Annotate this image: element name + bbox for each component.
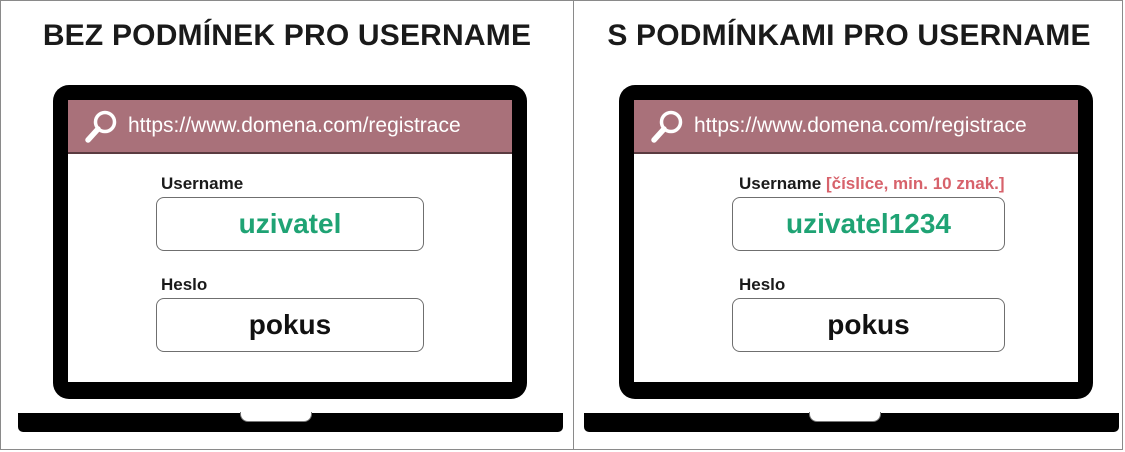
- panel-without-conditions: BEZ PODMÍNEK PRO USERNAME https://www.do…: [1, 1, 573, 449]
- panel-title: BEZ PODMÍNEK PRO USERNAME: [42, 19, 532, 52]
- password-field[interactable]: pokus: [732, 298, 1005, 352]
- address-url: https://www.domena.com/registrace: [128, 114, 461, 137]
- password-label: Heslo: [739, 275, 786, 294]
- password-field[interactable]: pokus: [156, 298, 424, 352]
- laptop-base: [18, 412, 563, 432]
- browser-window: https://www.domena.com/registrace Userna…: [634, 100, 1078, 382]
- panel-with-conditions: S PODMÍNKAMI PRO USERNAME https://www.do…: [574, 1, 1124, 449]
- browser-window: https://www.domena.com/registrace Userna…: [68, 100, 512, 382]
- panel-title: S PODMÍNKAMI PRO USERNAME: [607, 19, 1091, 52]
- password-label: Heslo: [161, 275, 208, 294]
- address-bar[interactable]: https://www.domena.com/registrace: [68, 100, 512, 154]
- password-value: pokus: [827, 309, 910, 340]
- search-icon: [85, 110, 117, 143]
- username-value: uzivatel1234: [786, 208, 951, 239]
- laptop-notch: [240, 412, 312, 422]
- username-field[interactable]: uzivatel1234: [732, 197, 1005, 251]
- laptop-base: [584, 412, 1119, 432]
- search-icon: [651, 110, 683, 143]
- comparison-figure: BEZ PODMÍNEK PRO USERNAME https://www.do…: [0, 0, 1123, 450]
- address-bar[interactable]: https://www.domena.com/registrace: [634, 100, 1078, 154]
- username-requirement-hint: [číslice, min. 10 znak.]: [825, 174, 1005, 193]
- password-value: pokus: [248, 309, 332, 340]
- username-field[interactable]: uzivatel: [156, 197, 424, 251]
- laptop-screen-bezel: https://www.domena.com/registrace Userna…: [619, 85, 1093, 399]
- username-label: Username [číslice, min. 10 znak.]: [739, 174, 1005, 194]
- username-label-text: Username: [739, 174, 822, 193]
- username-label: Username: [161, 174, 243, 194]
- address-url: https://www.domena.com/registrace: [694, 114, 1027, 137]
- username-value: uzivatel: [238, 208, 342, 239]
- username-label-text: Username: [161, 174, 244, 193]
- laptop-screen-bezel: https://www.domena.com/registrace Userna…: [53, 85, 527, 399]
- laptop-notch: [809, 412, 881, 422]
